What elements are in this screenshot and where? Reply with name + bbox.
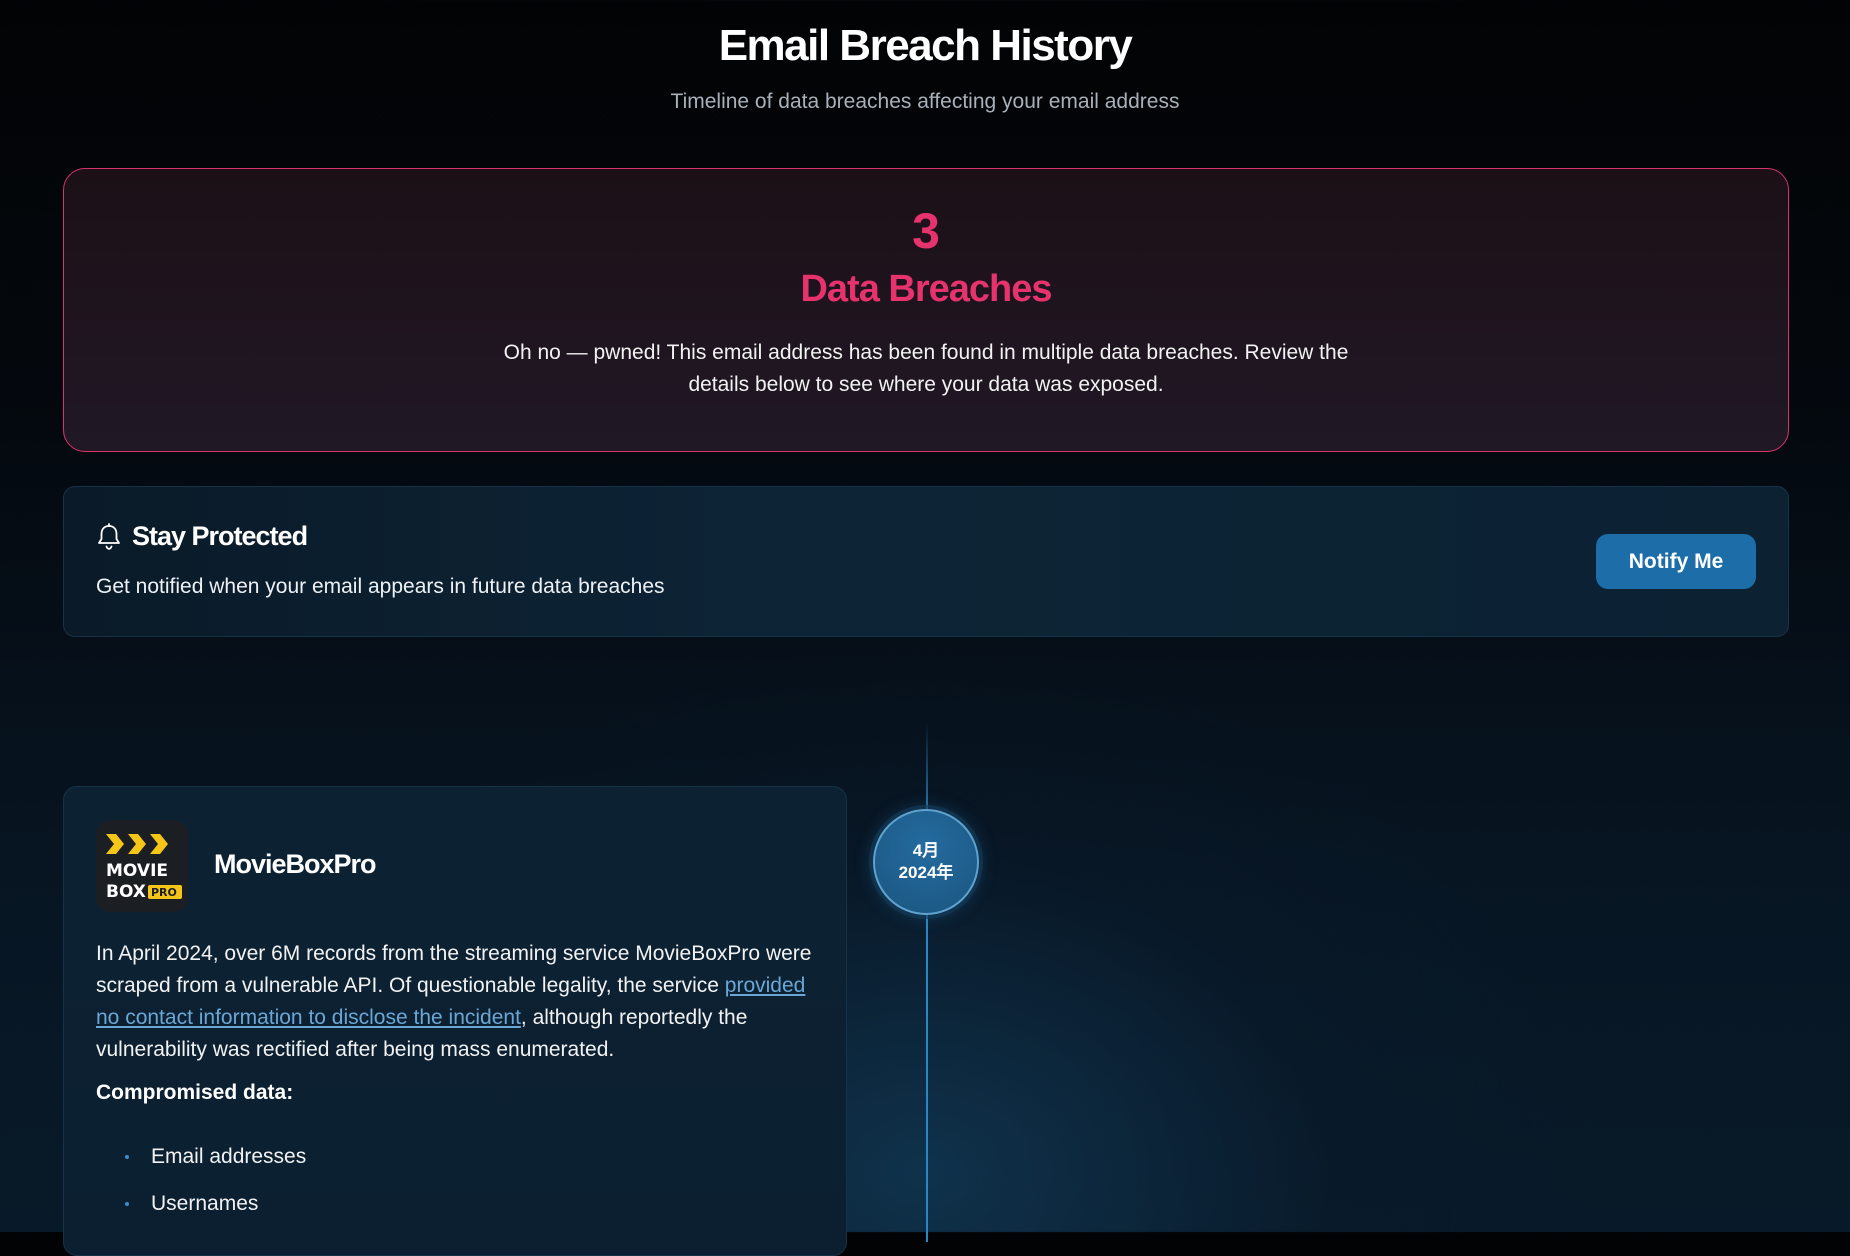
compromised-data-title: Compromised data: [96,1081,294,1104]
breach-summary-card: 3 Data Breaches Oh no — pwned! This emai… [63,168,1789,452]
logo-text-movie: MOVIE [106,861,168,881]
list-item-label: Email addresses [151,1144,307,1168]
list-item: Usernames [96,1180,306,1227]
list-item-label: Usernames [151,1191,259,1215]
breach-name: MovieBoxPro [214,849,377,879]
timeline-date-node: 4月 2024年 [873,809,979,915]
stay-protected-card: Stay Protected Get notified when your em… [63,486,1789,637]
breach-count-label: Data Breaches [800,268,1052,310]
breach-count: 3 [912,203,940,259]
stay-protected-title: Stay Protected [96,521,308,552]
breach-message: Oh no — pwned! This email address has be… [503,341,1349,396]
breach-card: MOVIE BOX PRO MovieBoxPro In April 2024,… [63,786,847,1256]
breach-description: In April 2024, over 6M records from the … [96,938,816,1066]
bullet-icon [125,1201,129,1206]
logo-badge-pro: PRO [151,886,177,899]
timeline-date-month: 4月 [912,841,940,860]
bullet-icon [125,1154,129,1159]
stay-protected-description: Get notified when your email appears in … [96,575,665,598]
stay-protected-title-text: Stay Protected [132,521,308,551]
breach-description-text: In April 2024, over 6M records from the … [96,942,812,997]
bell-icon [98,522,120,550]
notify-me-button[interactable]: Notify Me [1596,534,1756,589]
compromised-data-list: Email addresses Usernames [96,1133,306,1227]
logo-text-box: BOX [106,882,146,902]
timeline-line [926,722,928,1242]
page-subtitle: Timeline of data breaches affecting your… [670,90,1180,113]
moviebox-logo: MOVIE BOX PRO [96,820,188,912]
timeline-date-year: 2024年 [898,863,954,882]
page-header: Email Breach History Timeline of data br… [0,0,1850,114]
page-title: Email Breach History [718,21,1133,70]
list-item: Email addresses [96,1133,306,1180]
